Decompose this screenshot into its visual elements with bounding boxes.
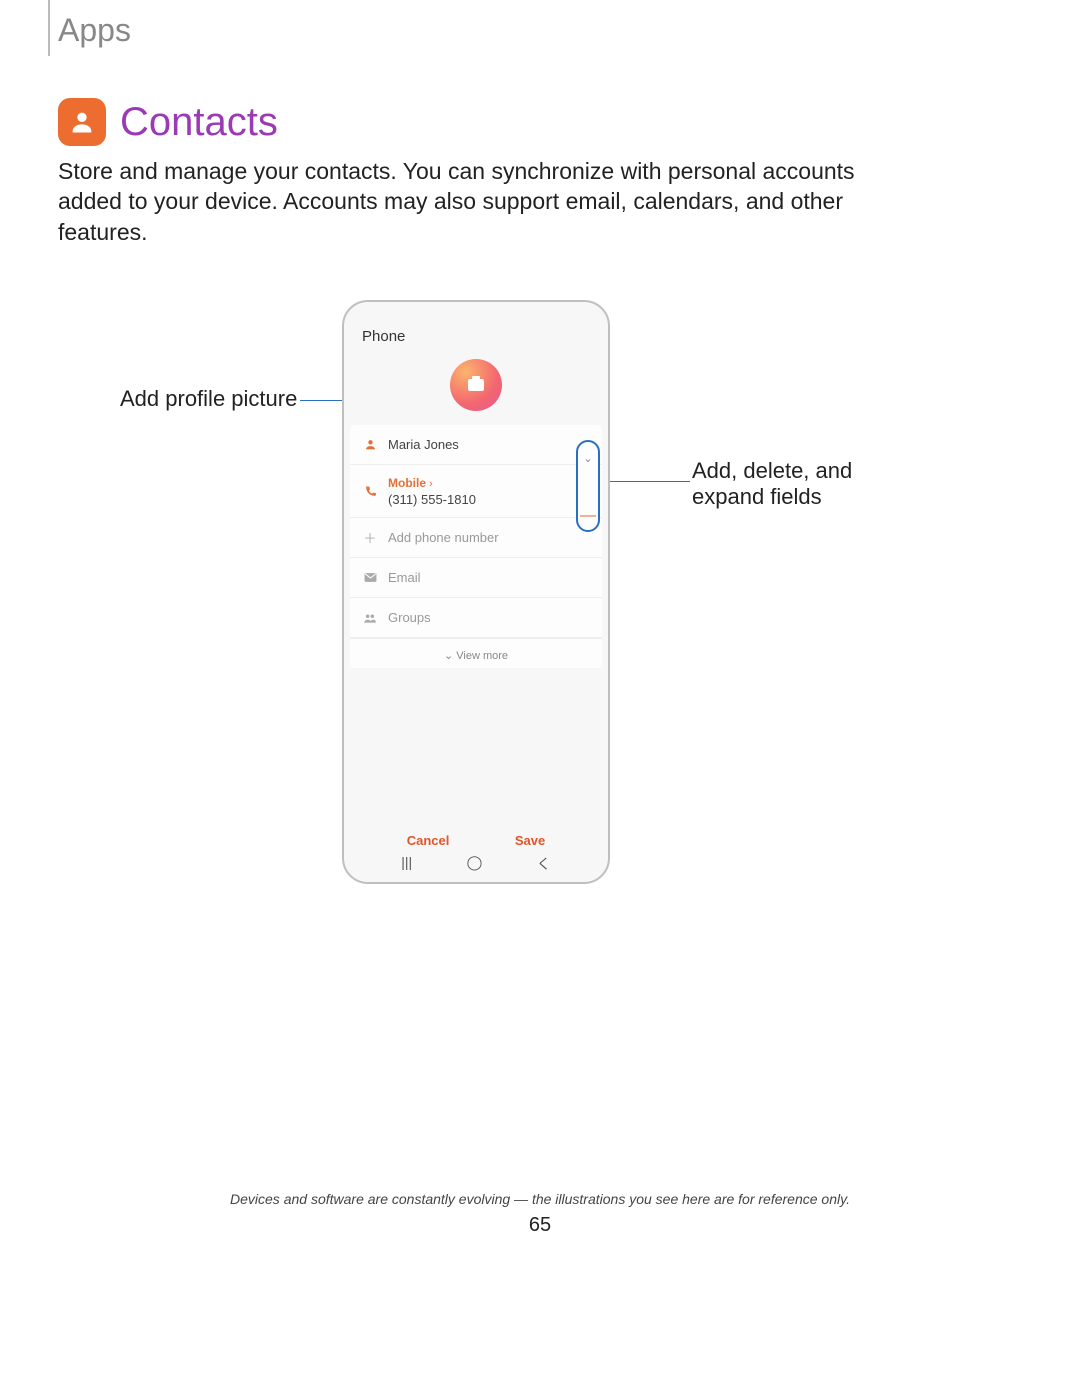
save-button[interactable]: Save xyxy=(515,833,545,848)
callout-add-profile: Add profile picture xyxy=(120,386,297,412)
groups-label: Groups xyxy=(388,610,592,625)
expand-field-icon[interactable]: ⌄ xyxy=(583,452,592,465)
callout-line-right xyxy=(598,481,690,482)
mobile-field[interactable]: Mobile› (311) 555-1810 xyxy=(350,465,602,518)
phone-icon xyxy=(360,485,380,498)
page-number: 65 xyxy=(0,1214,1080,1237)
email-field[interactable]: Email xyxy=(350,558,602,598)
view-more-button[interactable]: ⌄ View more xyxy=(350,638,602,668)
storage-location-label[interactable]: Phone xyxy=(344,302,608,357)
callout-add-delete-expand: Add, delete, and expand fields xyxy=(692,458,872,510)
name-field[interactable]: Maria Jones xyxy=(350,425,602,465)
add-phone-label: Add phone number xyxy=(388,530,592,545)
footnote: Devices and software are constantly evol… xyxy=(0,1191,1080,1207)
cancel-button[interactable]: Cancel xyxy=(407,833,450,848)
chevron-right-icon: › xyxy=(429,478,433,490)
groups-icon xyxy=(360,612,380,624)
android-nav-bar: ||| ◯ く xyxy=(344,854,608,874)
person-icon xyxy=(360,438,380,451)
intro-paragraph: Store and manage your contacts. You can … xyxy=(58,156,878,247)
name-value: Maria Jones xyxy=(388,437,592,452)
groups-field[interactable]: Groups xyxy=(350,598,602,638)
recents-icon[interactable]: ||| xyxy=(401,854,412,874)
page-title: Contacts xyxy=(120,100,278,145)
mobile-label: Mobile xyxy=(388,476,426,490)
header-border xyxy=(48,0,50,56)
add-profile-picture-button[interactable] xyxy=(450,359,502,411)
chevron-down-icon: ⌄ xyxy=(444,650,453,662)
remove-field-icon[interactable]: — xyxy=(580,512,596,520)
contact-fields: Maria Jones Mobile› (311) 555-1810 ＋ Add… xyxy=(350,425,602,668)
email-label: Email xyxy=(388,570,592,585)
action-bar: Cancel Save xyxy=(344,833,608,848)
camera-icon xyxy=(468,379,484,391)
mobile-number: (311) 555-1810 xyxy=(388,492,592,507)
contacts-icon xyxy=(58,98,106,146)
back-icon[interactable]: く xyxy=(537,854,551,874)
section-heading: Contacts xyxy=(58,98,278,146)
breadcrumb-apps: Apps xyxy=(58,12,131,49)
field-controls-highlight: ⌄ — xyxy=(576,440,600,532)
add-phone-field[interactable]: ＋ Add phone number xyxy=(350,518,602,558)
home-icon[interactable]: ◯ xyxy=(467,854,483,874)
email-icon xyxy=(360,572,380,583)
plus-icon: ＋ xyxy=(360,528,380,547)
phone-mockup: Phone ⌄ — Maria Jones Mobile› (311) 555-… xyxy=(342,300,610,884)
